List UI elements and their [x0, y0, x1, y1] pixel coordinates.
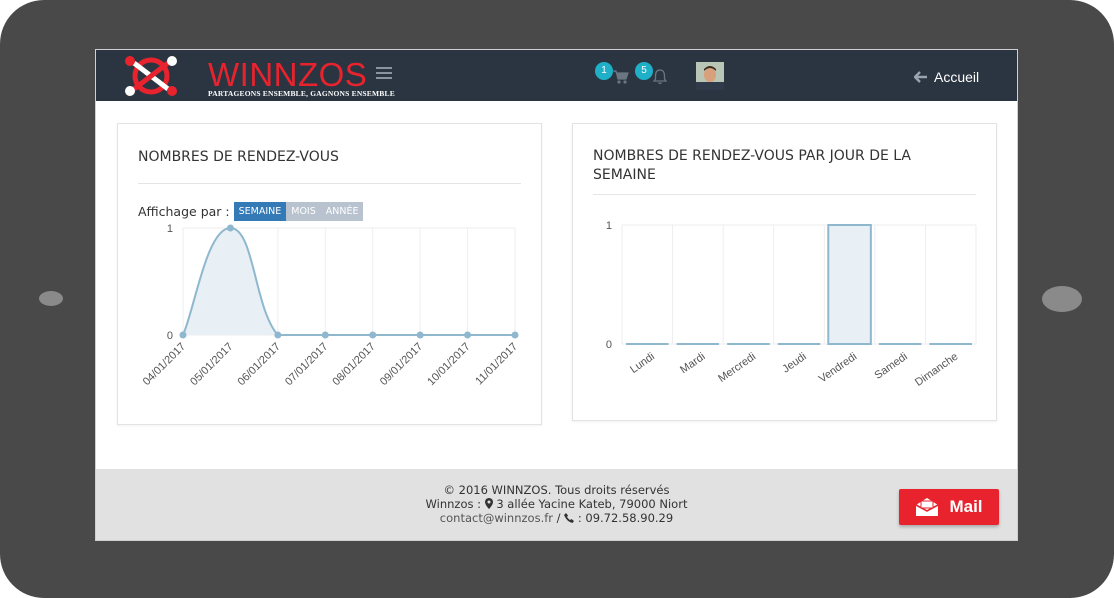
data-point [226, 224, 234, 232]
x-tick-label: Samedi [872, 351, 909, 382]
series-area [183, 228, 515, 335]
y-tick-label: 1 [606, 220, 612, 232]
panel-divider [593, 194, 976, 195]
tablet-frame: WINNZOS PARTAGEONS ENSEMBLE, GAGNONS ENS… [0, 0, 1114, 598]
panel-divider [138, 183, 521, 184]
contact-email-link[interactable]: contact@winnzos.fr [440, 511, 553, 525]
footer-info: © 2016 WINNZOS. Tous droits réservés Win… [96, 483, 1017, 525]
y-tick-label: 0 [167, 330, 173, 342]
cart-count-badge: 1 [595, 62, 613, 80]
logo-emblem-icon [125, 56, 177, 96]
period-button-group: SEMAINE MOIS ANNÉE [233, 202, 364, 221]
home-link[interactable]: Accueil [914, 69, 979, 85]
envelope-open-icon [916, 498, 939, 516]
notification-count-badge: 5 [635, 62, 653, 80]
data-point [274, 331, 282, 339]
contact-line: contact@winnzos.fr / : 09.72.58.90.29 [96, 511, 1017, 525]
x-tick-label: 08/01/2017 [330, 341, 377, 388]
appointments-title: NOMBRES DE RENDEZ-VOUS [138, 149, 339, 165]
x-tick-label: Mardi [678, 351, 707, 377]
bar [827, 224, 872, 345]
winnzos-logo[interactable]: WINNZOS PARTAGEONS ENSEMBLE, GAGNONS ENS… [120, 53, 395, 99]
app-screen: WINNZOS PARTAGEONS ENSEMBLE, GAGNONS ENS… [95, 49, 1018, 541]
data-point [464, 331, 472, 339]
copyright-text: © 2016 WINNZOS. Tous droits réservés [443, 483, 670, 497]
address-text: 3 allée Yacine Kateb, 79000 Niort [496, 497, 688, 511]
address-line: Winnzos : 3 allée Yacine Kateb, 79000 Ni… [96, 497, 1017, 511]
appointments-panel: NOMBRES DE RENDEZ-VOUS Affichage par : S… [117, 123, 542, 425]
map-marker-icon [484, 498, 493, 509]
x-tick-label: 09/01/2017 [378, 341, 425, 388]
bell-icon [652, 69, 668, 85]
weekday-title-line1: NOMBRES DE RENDEZ-VOUS PAR JOUR DE LA [593, 148, 911, 164]
x-tick-label: 05/01/2017 [188, 341, 235, 388]
address-prefix: Winnzos : [425, 497, 482, 511]
y-tick-label: 0 [606, 339, 612, 351]
y-tick-label: 1 [167, 224, 173, 235]
tablet-camera-left [39, 291, 63, 306]
weekday-title-line2: SEMAINE [593, 167, 656, 183]
display-by-label: Affichage par : [138, 204, 230, 219]
x-tick-label: 11/01/2017 [473, 341, 520, 388]
mail-button-label: Mail [949, 497, 983, 516]
x-tick-label: Vendredi [817, 351, 859, 386]
x-tick-label: Lundi [628, 351, 657, 376]
x-tick-label: Mercredi [716, 351, 758, 385]
appointments-area-chart: 0 1 04/01/2017 05/01/2017 06/01/2017 07/01/20… [141, 224, 520, 388]
data-point [511, 331, 519, 339]
data-point [416, 331, 424, 339]
year-button[interactable]: ANNÉE [320, 202, 364, 221]
user-photo-icon [696, 62, 724, 90]
arrow-left-icon [914, 71, 927, 83]
week-button[interactable]: SEMAINE [233, 202, 287, 221]
user-avatar[interactable] [696, 62, 724, 90]
menu-toggle-icon[interactable] [376, 67, 392, 79]
contact-separator: / [556, 511, 561, 525]
month-button[interactable]: MOIS [286, 202, 321, 221]
x-tick-label: 07/01/2017 [283, 341, 330, 388]
weekday-panel: NOMBRES DE RENDEZ-VOUS PAR JOUR DE LA SE… [572, 123, 997, 421]
weekday-bar-chart: 0 1 Lundi Mardi Mercredi Jeudi Vendredi Samedi D… [606, 220, 977, 389]
contact-phone: : 09.72.58.90.29 [577, 511, 674, 525]
x-tick-label: 10/01/2017 [425, 341, 472, 388]
data-point [369, 331, 377, 339]
x-tick-label: Dimanche [913, 351, 960, 389]
brand-tagline: PARTAGEONS ENSEMBLE, GAGNONS ENSEMBLE [208, 89, 395, 98]
cart-icon [613, 70, 629, 84]
phone-icon [564, 513, 575, 523]
mail-button[interactable]: Mail [899, 489, 999, 525]
data-point [179, 331, 187, 339]
page-footer: © 2016 WINNZOS. Tous droits réservés Win… [96, 469, 1017, 540]
data-point [321, 331, 329, 339]
x-tick-label: 06/01/2017 [236, 341, 283, 388]
tablet-home-button [1042, 286, 1082, 312]
weekday-title: NOMBRES DE RENDEZ-VOUS PAR JOUR DE LA SE… [593, 147, 911, 185]
notifications-button[interactable]: 5 [635, 62, 679, 90]
home-link-label: Accueil [934, 69, 980, 85]
x-tick-label: Jeudi [780, 351, 808, 376]
x-tick-label: 04/01/2017 [141, 341, 188, 388]
top-navbar: WINNZOS PARTAGEONS ENSEMBLE, GAGNONS ENS… [96, 50, 1017, 101]
display-by-control: Affichage par : SEMAINE MOIS ANNÉE [138, 202, 364, 221]
